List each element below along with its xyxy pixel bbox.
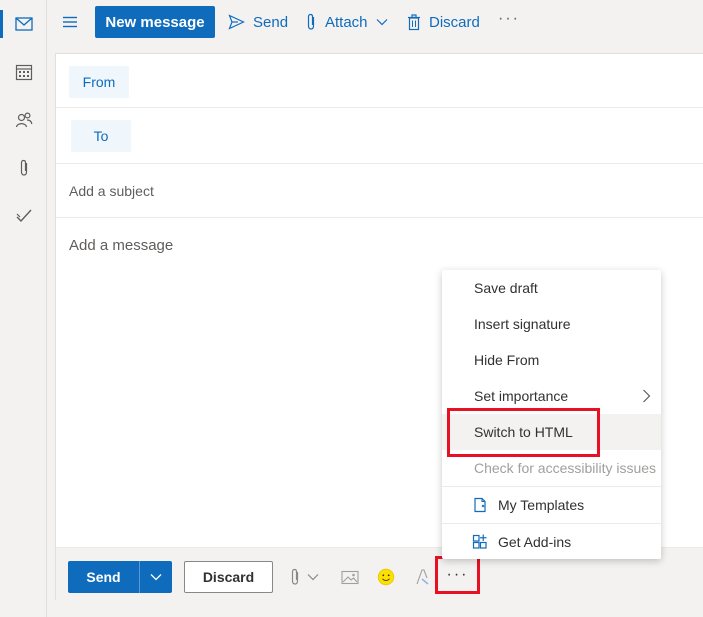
chevron-down-icon (376, 19, 387, 26)
toolbar-send-label: Send (253, 13, 289, 31)
attach-button[interactable] (289, 568, 323, 586)
todo-check-icon (16, 209, 32, 223)
send-split-button: Send (68, 561, 172, 593)
emoji-icon (377, 568, 395, 586)
format-painter-button[interactable] (413, 568, 431, 586)
toolbar-discard-button[interactable]: Discard (407, 10, 480, 34)
mail-icon (14, 17, 33, 31)
trash-icon (408, 13, 420, 30)
toolbar-attach-label: Attach (325, 13, 368, 31)
emoji-button[interactable] (377, 568, 395, 586)
from-row: From (56, 54, 703, 108)
send-button[interactable]: Send (68, 561, 140, 593)
menu-toggle[interactable] (61, 13, 79, 31)
format-painter-icon (416, 569, 429, 585)
compose-toolbar: New message Send Attach Discard ··· (47, 0, 703, 44)
add-ins-grid-icon (472, 534, 487, 549)
more-options-button[interactable]: ··· (435, 556, 480, 594)
menu-hide-from[interactable]: Hide From (442, 342, 661, 378)
menu-my-templates-label: My Templates (498, 497, 585, 513)
menu-get-add-ins[interactable]: Get Add-ins (442, 524, 661, 560)
app-rail (0, 0, 47, 617)
new-message-button[interactable]: New message (95, 6, 215, 38)
menu-save-draft[interactable]: Save draft (442, 270, 661, 306)
message-body[interactable]: Add a message (69, 237, 173, 254)
insert-picture-button[interactable] (341, 568, 359, 586)
menu-insert-signature[interactable]: Insert signature (442, 306, 661, 342)
discard-button[interactable]: Discard (184, 561, 273, 593)
chevron-down-icon (150, 574, 162, 581)
from-button[interactable]: From (69, 66, 129, 98)
hamburger-icon (63, 16, 77, 28)
image-icon (341, 570, 359, 584)
attach-icon (291, 568, 299, 585)
toolbar-attach-button[interactable]: Attach (305, 10, 388, 34)
menu-get-add-ins-label: Get Add-ins (498, 534, 572, 550)
highlight-annotation (447, 408, 600, 457)
rail-files[interactable] (0, 148, 47, 188)
chevron-down-icon (307, 574, 319, 581)
chevron-right-icon (643, 389, 651, 403)
calendar-icon (15, 64, 32, 81)
paperclip-icon (20, 159, 27, 176)
paperclip-icon (307, 13, 315, 30)
toolbar-send-button[interactable]: Send (228, 10, 288, 34)
templates-icon (474, 497, 486, 513)
rail-calendar[interactable] (0, 52, 47, 92)
send-icon (228, 14, 245, 30)
subject-input[interactable]: Add a subject (69, 183, 154, 199)
rail-people[interactable] (0, 100, 47, 140)
toolbar-discard-label: Discard (429, 13, 480, 31)
to-button[interactable]: To (71, 120, 131, 152)
toolbar-more-button[interactable]: ··· (498, 10, 520, 28)
to-row: To (56, 108, 703, 164)
rail-mail[interactable] (0, 4, 47, 44)
rail-todo[interactable] (0, 196, 47, 236)
send-options-button[interactable] (140, 561, 172, 593)
menu-my-templates[interactable]: My Templates (442, 487, 661, 523)
menu-set-importance-label: Set importance (474, 388, 569, 404)
people-icon (15, 112, 32, 128)
